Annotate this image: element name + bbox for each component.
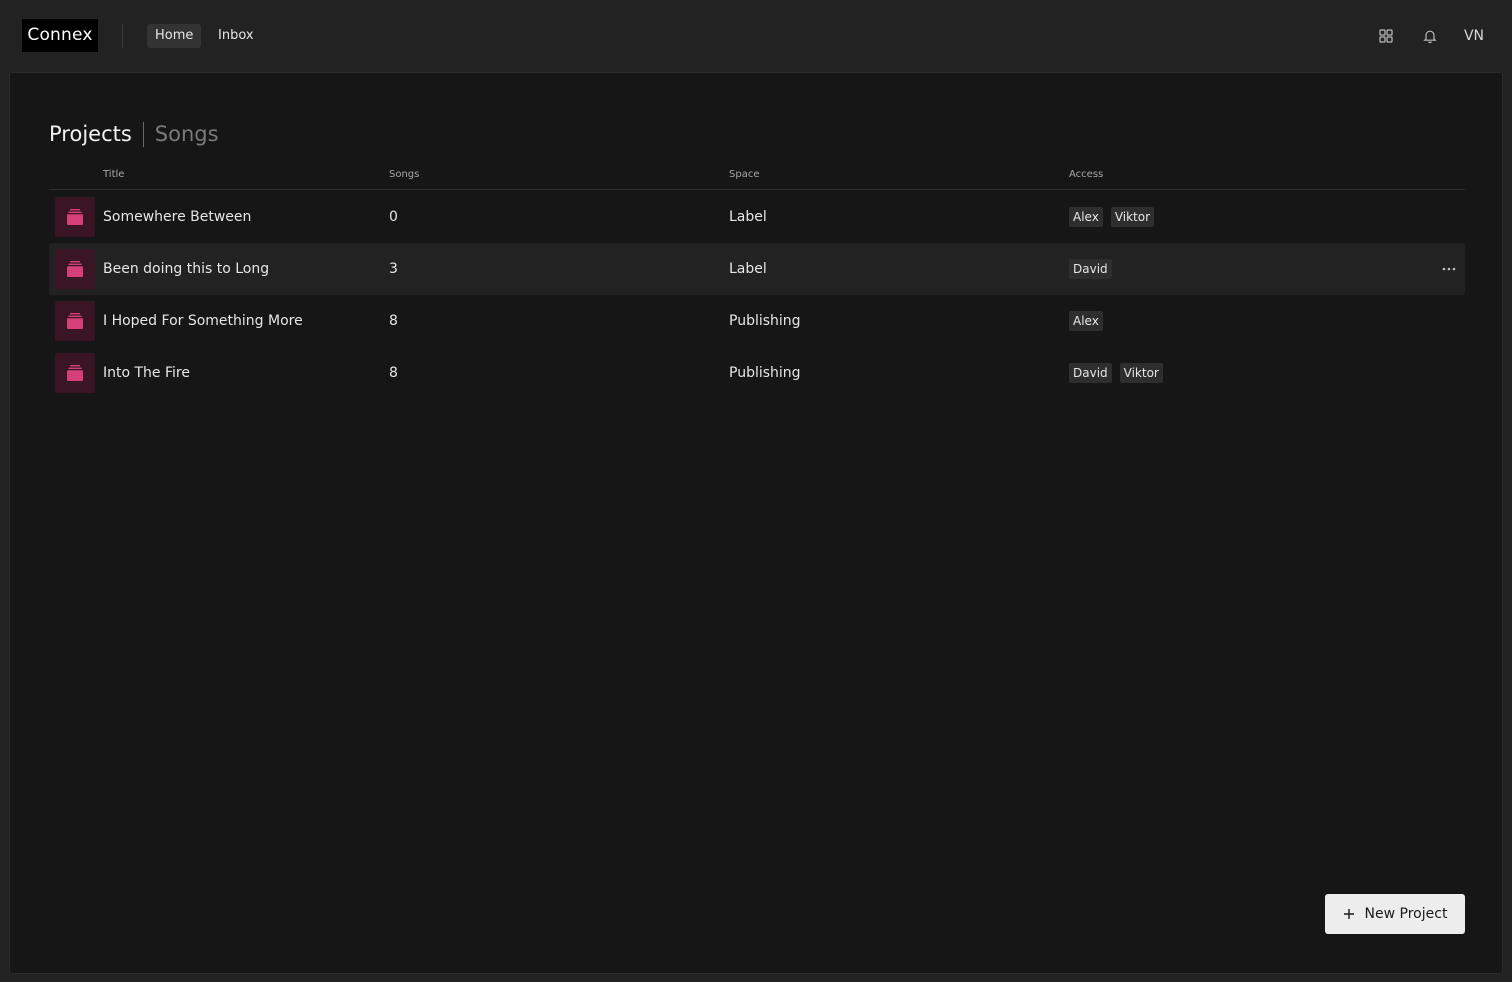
access-tag: David	[1069, 259, 1112, 279]
main-panel: Projects Songs Title Songs Space Access …	[9, 72, 1503, 974]
access-tag: David	[1069, 363, 1112, 383]
access-tag: Viktor	[1110, 207, 1155, 227]
access-tag: Alex	[1069, 311, 1103, 331]
plus-icon	[1343, 909, 1354, 919]
column-header-songs[interactable]: Songs	[389, 169, 419, 180]
table-row[interactable]: I Hoped For Something More 8 Publishing …	[49, 295, 1465, 347]
folder-stack-icon	[67, 313, 83, 329]
bell-icon[interactable]	[1418, 24, 1442, 48]
top-bar: Connex Home Inbox VN	[0, 0, 1512, 72]
songs-count: 0	[389, 209, 398, 225]
project-thumbnail	[55, 301, 95, 341]
tab-songs[interactable]: Songs	[155, 122, 219, 146]
project-title: I Hoped For Something More	[103, 313, 303, 329]
app-logo[interactable]: Connex	[22, 19, 98, 52]
tab-separator	[142, 121, 144, 147]
table-row[interactable]: Into The Fire 8 Publishing David Viktor	[49, 347, 1465, 399]
folder-stack-icon	[67, 365, 83, 381]
songs-count: 8	[389, 365, 398, 381]
project-title: Been doing this to Long	[103, 261, 270, 277]
table-row[interactable]: Been doing this to Long 3 Label David	[49, 243, 1465, 295]
access-list: David	[1069, 259, 1112, 279]
space-name: Publishing	[729, 313, 801, 329]
access-list: Alex Viktor	[1069, 207, 1155, 227]
folder-stack-icon	[67, 261, 83, 277]
more-options-icon[interactable]	[1439, 259, 1459, 279]
space-name: Label	[729, 209, 767, 225]
space-name: Publishing	[729, 365, 801, 381]
project-title: Into The Fire	[103, 365, 190, 381]
access-tag: Alex	[1069, 207, 1103, 227]
grid-icon[interactable]	[1374, 24, 1398, 48]
column-header-title[interactable]: Title	[103, 169, 124, 180]
nav-home[interactable]: Home	[147, 24, 202, 48]
project-thumbnail	[55, 197, 95, 237]
column-header-space[interactable]: Space	[729, 169, 759, 180]
column-header-access[interactable]: Access	[1069, 169, 1103, 180]
project-title: Somewhere Between	[103, 209, 252, 225]
project-thumbnail	[55, 249, 95, 289]
user-avatar[interactable]: VN	[1460, 24, 1488, 48]
view-tabs: Projects Songs	[49, 119, 219, 149]
songs-count: 3	[389, 261, 398, 277]
new-project-button[interactable]: New Project	[1325, 894, 1465, 934]
project-thumbnail	[55, 353, 95, 393]
header-divider	[122, 24, 123, 48]
access-tag: Viktor	[1119, 363, 1163, 383]
songs-count: 8	[389, 313, 398, 329]
access-list: Alex	[1069, 311, 1103, 331]
space-name: Label	[729, 261, 767, 277]
nav-inbox[interactable]: Inbox	[210, 24, 262, 48]
table-row[interactable]: Somewhere Between 0 Label Alex Viktor	[49, 191, 1465, 243]
folder-stack-icon	[67, 209, 83, 225]
table-header: Title Songs Space Access	[49, 167, 1465, 190]
tab-projects[interactable]: Projects	[49, 122, 132, 146]
access-list: David Viktor	[1069, 363, 1163, 383]
new-project-label: New Project	[1364, 906, 1448, 922]
